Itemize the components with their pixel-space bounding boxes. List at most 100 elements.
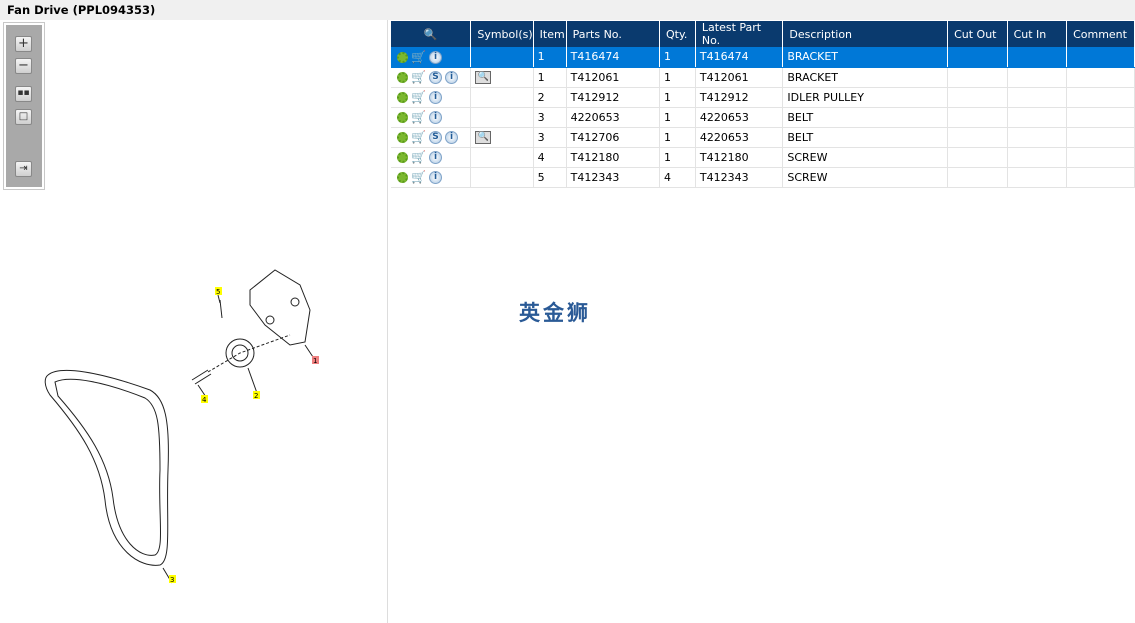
gear-icon[interactable] — [397, 51, 408, 63]
cell-item: 1 — [533, 67, 567, 88]
supersession-icon[interactable]: S — [429, 70, 442, 84]
cell-cut-out — [947, 127, 1008, 148]
gear-icon[interactable] — [397, 111, 408, 123]
book-search-icon[interactable]: 🔍 — [475, 130, 492, 144]
cart-icon[interactable]: 🛒 — [411, 91, 426, 103]
belt — [44, 369, 169, 566]
callout-3[interactable]: 3 — [170, 576, 174, 584]
info-icon[interactable]: i — [429, 50, 442, 64]
header-cut-out[interactable]: Cut Out — [947, 21, 1008, 47]
window-title: Fan Drive (PPL094353) — [0, 0, 1135, 20]
info-icon[interactable]: i — [445, 70, 458, 84]
table-row[interactable]: 🛒 i 2 T412912 1 T412912 IDLER PULLEY — [391, 87, 1135, 108]
zoom-in-icon[interactable]: + — [15, 36, 32, 52]
cell-description: BRACKET — [782, 67, 949, 88]
cell-item: 1 — [533, 47, 567, 68]
cell-qty: 1 — [659, 47, 696, 68]
supersession-icon[interactable]: S — [429, 130, 442, 144]
cell-description: IDLER PULLEY — [782, 87, 949, 108]
cart-icon[interactable]: 🛒 — [411, 171, 426, 183]
cell-part-no: 4220653 — [566, 107, 661, 128]
info-icon[interactable]: i — [429, 90, 442, 104]
cell-cut-in — [1007, 107, 1068, 128]
header-latest-part-no[interactable]: Latest Part No. — [695, 21, 784, 47]
header-description[interactable]: Description — [782, 21, 949, 47]
watermark: 英金狮 — [519, 301, 591, 325]
gear-icon[interactable] — [397, 71, 408, 83]
cell-part-no: T412343 — [566, 167, 661, 188]
info-icon[interactable]: i — [429, 170, 442, 184]
table-row[interactable]: 🛒 Si 🔍 1 T412061 1 T412061 BRACKET — [391, 67, 1135, 88]
cell-cut-out — [947, 67, 1008, 88]
cart-icon[interactable]: 🛒 — [411, 71, 426, 83]
cell-cut-in — [1007, 87, 1068, 108]
cell-item: 4 — [533, 147, 567, 168]
gear-icon[interactable] — [397, 171, 408, 183]
gear-icon[interactable] — [397, 91, 408, 103]
cart-icon[interactable]: 🛒 — [411, 131, 426, 143]
header-cut-in[interactable]: Cut In — [1007, 21, 1068, 47]
cell-comment — [1066, 67, 1135, 88]
info-icon[interactable]: i — [445, 130, 458, 144]
diagram-panel[interactable]: 5 1 2 4 3 + − ▪▪ □ ⇥ — [0, 20, 388, 623]
callout-4[interactable]: 4 — [202, 396, 207, 404]
table-row[interactable]: 🛒 Si 🔍 3 T412706 1 4220653 BELT — [391, 127, 1135, 148]
cell-latest-part-no: 4220653 — [695, 127, 784, 148]
exploded-diagram: 5 1 2 4 3 — [44, 269, 319, 584]
cart-icon[interactable]: 🛒 — [411, 51, 426, 63]
cell-part-no: T412180 — [566, 147, 661, 168]
gear-icon[interactable] — [397, 151, 408, 163]
info-icon[interactable]: i — [429, 150, 442, 164]
header-symbols[interactable]: Symbol(s) — [470, 21, 534, 47]
cell-latest-part-no: T412180 — [695, 147, 784, 168]
cell-comment — [1066, 147, 1135, 168]
table-row[interactable]: 🛒 i 3 4220653 1 4220653 BELT — [391, 107, 1135, 128]
cell-comment — [1066, 47, 1135, 68]
callout-2[interactable]: 2 — [254, 392, 258, 400]
header-qty[interactable]: Qty. — [659, 21, 696, 47]
cell-description: BELT — [782, 107, 949, 128]
cell-cut-in — [1007, 127, 1068, 148]
info-icon[interactable]: i — [429, 110, 442, 124]
fit-all-icon[interactable]: ▪▪ — [15, 86, 32, 102]
table-row[interactable]: 🛒 i 1 T416474 1 T416474 BRACKET — [391, 47, 1135, 68]
cell-item: 2 — [533, 87, 567, 108]
cell-comment — [1066, 167, 1135, 188]
callout-5[interactable]: 5 — [216, 288, 220, 296]
actual-size-icon[interactable]: □ — [15, 109, 32, 125]
cell-cut-in — [1007, 47, 1068, 68]
cell-latest-part-no: T412061 — [695, 67, 784, 88]
cart-icon[interactable]: 🛒 — [411, 151, 426, 163]
cell-cut-in — [1007, 67, 1068, 88]
table-row[interactable]: 🛒 i 4 T412180 1 T412180 SCREW — [391, 147, 1135, 168]
cell-item: 3 — [533, 127, 567, 148]
cell-latest-part-no: T412912 — [695, 87, 784, 108]
cell-part-no: T412706 — [566, 127, 661, 148]
bracket — [249, 269, 311, 346]
cell-part-no: T412061 — [566, 67, 661, 88]
cell-description: BELT — [782, 127, 949, 148]
book-search-icon[interactable]: 🔍 — [475, 70, 492, 84]
search-parts-icon[interactable]: 🔍 — [391, 21, 472, 47]
cell-qty: 1 — [659, 67, 696, 88]
cell-cut-out — [947, 47, 1008, 68]
cell-qty: 1 — [659, 127, 696, 148]
cell-item: 5 — [533, 167, 567, 188]
cell-cut-out — [947, 107, 1008, 128]
cart-icon[interactable]: 🛒 — [411, 111, 426, 123]
cell-description: BRACKET — [782, 47, 949, 68]
cell-qty: 1 — [659, 147, 696, 168]
callout-1[interactable]: 1 — [313, 357, 317, 365]
cell-comment — [1066, 127, 1135, 148]
cell-comment — [1066, 87, 1135, 108]
table-header: 🔍 Symbol(s) Item Parts No. Qty. Latest P… — [391, 21, 1135, 47]
gear-icon[interactable] — [397, 131, 408, 143]
header-comment[interactable]: Comment — [1066, 21, 1135, 47]
table-row[interactable]: 🛒 i 5 T412343 4 T412343 SCREW — [391, 167, 1135, 188]
header-parts-no[interactable]: Parts No. — [566, 21, 661, 47]
toggle-list-icon[interactable]: ⇥ — [15, 161, 32, 177]
cell-item: 3 — [533, 107, 567, 128]
header-item[interactable]: Item — [533, 21, 567, 47]
zoom-out-icon[interactable]: − — [15, 58, 32, 74]
cell-cut-out — [947, 87, 1008, 108]
